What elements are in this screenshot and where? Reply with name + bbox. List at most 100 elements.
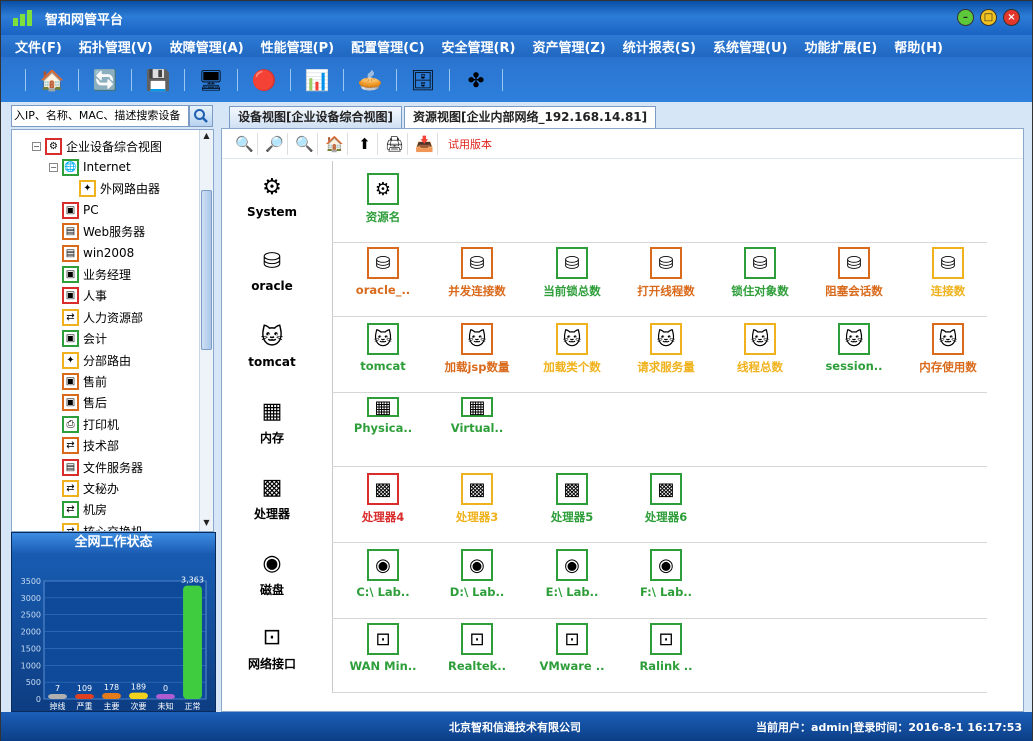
- resource-item[interactable]: ⊡ Ralink ..: [626, 623, 706, 673]
- tree-node[interactable]: ▤ win2008: [49, 243, 134, 263]
- resource-item[interactable]: 🐱 tomcat: [343, 323, 423, 373]
- resource-item[interactable]: ⛁ 并发连接数: [437, 247, 517, 299]
- tree-node[interactable]: ⎙ 打印机: [49, 414, 119, 434]
- tree-node[interactable]: ▤ Web服务器: [49, 222, 145, 242]
- tree-node[interactable]: ▣ 售前: [49, 371, 107, 391]
- tree-node[interactable]: ▣ 会计: [49, 329, 107, 349]
- tree-node[interactable]: ⇄ 文秘办: [49, 478, 119, 498]
- category-处理器[interactable]: ▩ 处理器: [222, 473, 322, 522]
- menu-asset[interactable]: 资产管理(Z): [532, 37, 605, 56]
- category-label: 内存: [259, 431, 284, 445]
- resource-item[interactable]: ▩ 处理器5: [532, 473, 612, 525]
- menu-report[interactable]: 统计报表(S): [623, 37, 696, 56]
- category-oracle[interactable]: ⛁ oracle: [222, 247, 322, 294]
- resource-item[interactable]: 🐱 线程总数: [720, 323, 800, 375]
- collapse-icon[interactable]: −: [32, 141, 41, 151]
- tree-scrollbar[interactable]: ▲ ▼: [199, 130, 213, 531]
- resource-item[interactable]: ◉ D:\ Lab..: [437, 549, 517, 599]
- resource-item[interactable]: ⛁ 打开线程数: [626, 247, 706, 299]
- scroll-down-icon[interactable]: ▼: [201, 518, 212, 530]
- resource-item[interactable]: ▩ 处理器4: [343, 473, 423, 525]
- resource-item[interactable]: ⊡ WAN Min..: [343, 623, 423, 673]
- save-icon[interactable]: 💾: [144, 66, 172, 94]
- zoom-in-icon[interactable]: 🔎: [262, 132, 288, 155]
- resource-item[interactable]: ⊡ VMware ..: [532, 623, 612, 673]
- menu-file[interactable]: 文件(F): [15, 37, 62, 56]
- scroll-up-icon[interactable]: ▲: [201, 131, 212, 143]
- tree-node[interactable]: ⇄ 机房: [49, 500, 107, 520]
- tree-node[interactable]: ▤ 文件服务器: [49, 457, 143, 477]
- resource-item[interactable]: 🐱 请求服务量: [626, 323, 706, 375]
- tree-node[interactable]: ▣ 人事: [49, 286, 107, 306]
- resource-item[interactable]: 🐱 session..: [814, 323, 894, 373]
- category-tomcat[interactable]: 🐱 tomcat: [222, 323, 322, 370]
- resource-item[interactable]: ⚙ 资源名: [343, 173, 423, 225]
- print-icon[interactable]: 🖨: [382, 132, 408, 155]
- category-网络接口[interactable]: ⊡ 网络接口: [222, 623, 322, 672]
- resource-item[interactable]: ⛁ 当前锁总数: [532, 247, 612, 299]
- resource-item-label: Physica..: [353, 421, 413, 435]
- topology-icon[interactable]: ✤: [462, 66, 490, 94]
- tree-node[interactable]: ▣ PC: [49, 200, 99, 220]
- pie-chart-icon[interactable]: 🥧: [356, 66, 384, 94]
- menu-security[interactable]: 安全管理(R): [442, 37, 516, 56]
- tree-node[interactable]: ✦ 外网路由器: [66, 179, 160, 199]
- refresh-icon[interactable]: 🔄: [91, 66, 119, 94]
- resource-item[interactable]: ⛁ oracle_..: [343, 247, 423, 297]
- tree-node[interactable]: ⇄ 人力资源部: [49, 307, 143, 327]
- tree-node[interactable]: − 🌐 Internet: [49, 157, 131, 177]
- tree-node[interactable]: ✦ 分部路由: [49, 350, 131, 370]
- search-input[interactable]: 入IP、名称、MAC、描述搜索设备: [11, 105, 189, 127]
- category-System[interactable]: ⚙ System: [222, 173, 322, 220]
- resource-item[interactable]: ▦ Physica..: [343, 397, 423, 436]
- menu-config[interactable]: 配置管理(C): [351, 37, 424, 56]
- tab-resource-view[interactable]: 资源视图[企业内部网络_192.168.14.81]: [403, 106, 657, 128]
- tab-device-view[interactable]: 设备视图[企业设备综合视图]: [229, 106, 402, 128]
- home-view-icon[interactable]: 🏠: [322, 132, 348, 155]
- menu-fault[interactable]: 故障管理(A): [170, 37, 244, 56]
- resource-item[interactable]: ⊡ Realtek..: [437, 623, 517, 673]
- menu-topology[interactable]: 拓扑管理(V): [79, 37, 153, 56]
- resource-item[interactable]: ▩ 处理器6: [626, 473, 706, 525]
- menu-extension[interactable]: 功能扩展(E): [804, 37, 877, 56]
- search-button[interactable]: [189, 105, 213, 127]
- close-icon[interactable]: ×: [1003, 9, 1020, 26]
- row-divider: [332, 542, 987, 543]
- category-内存[interactable]: ▦ 内存: [222, 397, 322, 446]
- menu-help[interactable]: 帮助(H): [894, 37, 943, 56]
- zoom-fit-icon[interactable]: 🔍: [292, 132, 318, 155]
- minimize-icon[interactable]: –: [957, 9, 974, 26]
- scroll-thumb[interactable]: [201, 190, 212, 350]
- resource-item[interactable]: ◉ F:\ Lab..: [626, 549, 706, 599]
- maximize-icon[interactable]: □: [980, 9, 997, 26]
- resource-item[interactable]: ⛁ 锁住对象数: [720, 247, 800, 299]
- chart-icon[interactable]: 📊: [303, 66, 331, 94]
- resource-item[interactable]: 🐱 加载类个数: [532, 323, 612, 375]
- resource-item[interactable]: ⛁ 阻塞会话数: [814, 247, 894, 299]
- home-icon[interactable]: 🏠: [38, 66, 66, 94]
- cpu-icon: ▩: [367, 473, 399, 505]
- category-磁盘[interactable]: ◉ 磁盘: [222, 549, 322, 598]
- resource-item[interactable]: ▩ 处理器3: [437, 473, 517, 525]
- resource-item[interactable]: ▦ Virtual..: [437, 397, 517, 436]
- up-level-icon[interactable]: ⬆: [352, 132, 378, 155]
- tree-node[interactable]: − ⚙ 企业设备综合视图: [32, 136, 162, 156]
- export-icon[interactable]: 📥: [412, 132, 438, 155]
- tree-node[interactable]: ▣ 业务经理: [49, 264, 131, 284]
- resource-item[interactable]: 🐱 加载jsp数量: [437, 323, 517, 375]
- alarm-icon[interactable]: 🔴: [250, 66, 278, 94]
- network-view-icon[interactable]: 🖥: [197, 66, 225, 94]
- pc-icon: ▣: [62, 265, 79, 283]
- collapse-icon[interactable]: −: [49, 162, 58, 172]
- tree-node[interactable]: ⇄ 核心交换机: [49, 521, 143, 531]
- menu-system[interactable]: 系统管理(U): [713, 37, 787, 56]
- zoom-out-icon[interactable]: 🔍: [232, 132, 258, 155]
- resource-item[interactable]: ◉ C:\ Lab..: [343, 549, 423, 599]
- resource-item[interactable]: 🐱 内存使用数: [908, 323, 988, 375]
- server-icon[interactable]: 🗄: [409, 66, 437, 94]
- resource-item[interactable]: ⛁ 连接数: [908, 247, 988, 299]
- tree-node[interactable]: ⇄ 技术部: [49, 436, 119, 456]
- tree-node[interactable]: ▣ 售后: [49, 393, 107, 413]
- resource-item[interactable]: ◉ E:\ Lab..: [532, 549, 612, 599]
- menu-performance[interactable]: 性能管理(P): [261, 37, 334, 56]
